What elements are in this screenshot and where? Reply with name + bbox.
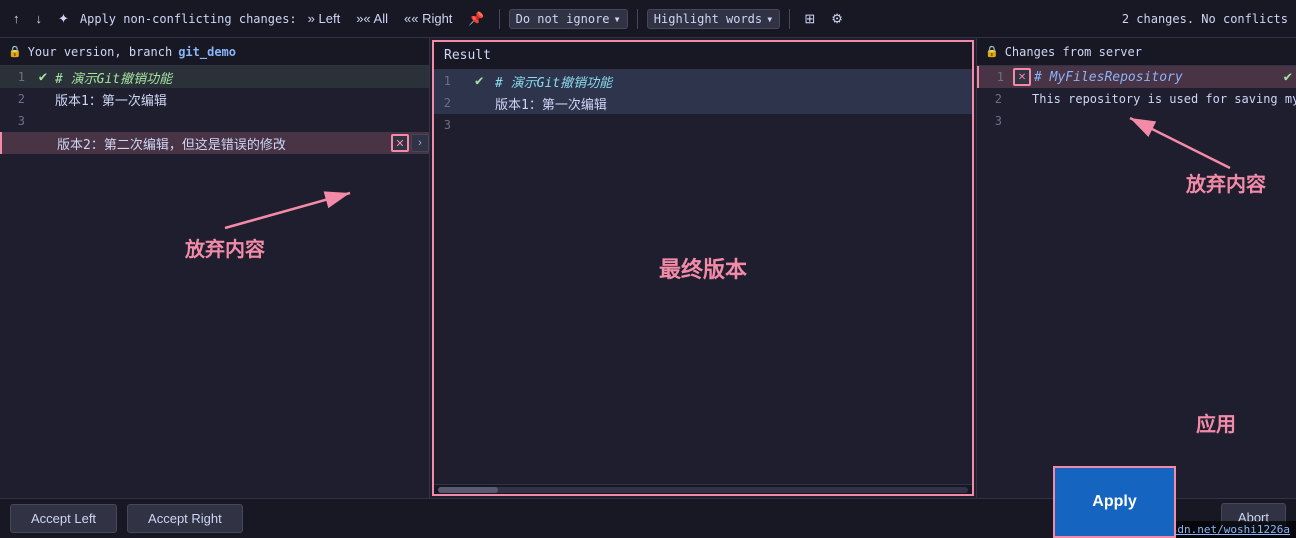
result-lineno-1: 1 [434,74,459,88]
result-check-1: ✔ [475,73,491,89]
result-header: Result [434,42,972,70]
right-lineno-1: 1 [979,70,1014,84]
middle-pane: Result 1 ✔ # 演示Git撤销功能 2 版本1：第一次编辑 [432,40,974,496]
highlight-arrow: ▾ [766,12,773,26]
columns-btn[interactable]: ⊞ [799,9,820,29]
right-line-1: 1 ✕ # MyFilesRepository ✔ [977,66,1296,88]
left-content-1: # 演示Git撤销功能 [51,68,429,87]
result-line-2: 2 版本1：第一次编辑 [434,92,972,114]
separator-1 [499,9,500,29]
right-gutter-1: ✕ [1014,68,1030,86]
sort-asc-btn[interactable]: ↑ [8,9,25,28]
left-lineno-2: 2 [0,92,35,106]
right-lineno-3: 3 [977,114,1012,128]
conflict-action-buttons: ✕ › [391,134,429,152]
left-content-2: 版本1：第一次编辑 [51,90,429,109]
left-branch-name: git_demo [178,45,236,59]
left-gutter-1: ✔ [35,69,51,85]
left-lock-icon: 🔒 [8,45,22,58]
left-lineno-1: 1 [0,70,35,84]
pin-btn[interactable]: 📌 [463,9,489,29]
conflict-x-btn[interactable]: ✕ [391,134,409,152]
changes-info: 2 changes. No conflicts [1122,12,1288,26]
result-label: Result [444,48,491,63]
right-line-2: 2 This repository is used for saving my … [977,88,1296,110]
result-code-area[interactable]: 1 ✔ # 演示Git撤销功能 2 版本1：第一次编辑 3 [434,70,972,484]
right-header-text: Changes from server [1005,45,1142,59]
left-lineno-3: 3 [0,114,35,128]
separator-2 [637,9,638,29]
result-scrollbar[interactable] [434,484,972,494]
highlight-dropdown[interactable]: Highlight words ▾ [647,9,781,29]
right-content-2: This repository is used for saving my f: [1028,92,1296,106]
left-btn[interactable]: » Left [303,9,346,28]
accept-right-button[interactable]: Accept Right [127,504,243,533]
left-code-area[interactable]: 1 ✔ # 演示Git撤销功能 2 版本1：第一次编辑 3 [0,66,429,498]
magic-btn[interactable]: ✦ [53,9,74,29]
ignore-dropdown-label: Do not ignore [516,12,610,26]
left-line-2: 2 版本1：第一次编辑 [0,88,429,110]
result-lineno-3: 3 [434,118,459,132]
right-btn[interactable]: «« Right [399,9,457,28]
left-pane: 🔒 Your version, branch git_demo 1 ✔ # 演示… [0,38,430,498]
result-scrollbar-thumb [438,487,498,493]
apply-non-conflicting-label: Apply non-conflicting changes: [80,12,297,26]
result-scrollbar-track [438,487,968,493]
right-code-area[interactable]: 1 ✕ # MyFilesRepository ✔ 2 This reposit… [977,66,1296,498]
accept-left-button[interactable]: Accept Left [10,504,117,533]
right-pane: 🔒 Changes from server 1 ✕ # MyFilesRepos… [976,38,1296,498]
result-lineno-2: 2 [434,96,459,110]
left-conflict-content: 版本2：第二次编辑，但这是错误的修改 [53,134,385,153]
result-line-3: 3 [434,114,972,136]
apply-button[interactable]: Apply [1053,466,1176,538]
conflict-arrow-btn[interactable]: › [411,134,429,152]
result-content-2: 版本1：第一次编辑 [491,94,972,113]
right-lineno-2: 2 [977,92,1012,106]
settings-btn[interactable]: ⚙ [826,9,848,29]
left-conflict-line: 版本2：第二次编辑，但这是错误的修改 ✕ › [0,132,429,154]
result-content-1: # 演示Git撤销功能 [491,72,972,91]
all-btn[interactable]: »« All [351,9,393,28]
ignore-dropdown[interactable]: Do not ignore ▾ [509,9,628,29]
right-line-3: 3 [977,110,1296,132]
right-content-1: # MyFilesRepository [1030,70,1284,85]
separator-3 [789,9,790,29]
ignore-dropdown-arrow: ▾ [614,12,621,26]
sort-desc-btn[interactable]: ↓ [31,9,48,28]
left-line-3: 3 [0,110,429,132]
right-conflict-x-btn[interactable]: ✕ [1013,68,1031,86]
right-lock-icon: 🔒 [985,45,999,58]
result-line-1: 1 ✔ # 演示Git撤销功能 [434,70,972,92]
toolbar: ↑ ↓ ✦ Apply non-conflicting changes: » L… [0,0,1296,38]
left-pane-header: 🔒 Your version, branch git_demo [0,38,429,66]
right-check-1: ✔ [1284,69,1296,85]
right-pane-header: 🔒 Changes from server [977,38,1296,66]
left-header-text: Your version, branch [28,45,173,59]
bottom-bar: Accept Left Accept Right Apply Abort htt… [0,498,1296,538]
left-line-1: 1 ✔ # 演示Git撤销功能 [0,66,429,88]
highlight-label: Highlight words [654,12,762,26]
